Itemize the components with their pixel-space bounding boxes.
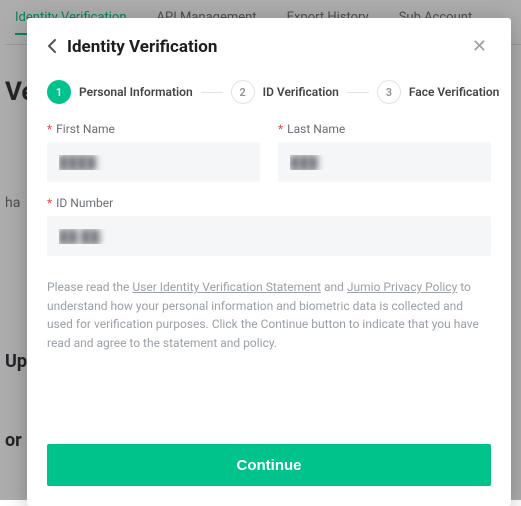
step-separator (347, 92, 369, 93)
step-number-badge: 3 (377, 80, 401, 104)
back-icon[interactable] (47, 38, 57, 57)
disclaimer-text: Please read the User Identity Verificati… (47, 278, 491, 352)
step-separator (201, 92, 223, 93)
step-face-verification: 3 Face Verification (377, 80, 499, 104)
field-label: *ID Number (47, 196, 491, 210)
field-label: *Last Name (278, 122, 491, 136)
step-label: Personal Information (79, 85, 193, 99)
id-number-field: *ID Number (47, 196, 491, 256)
last-name-field: *Last Name (278, 122, 491, 182)
link-jumio-privacy-policy[interactable]: Jumio Privacy Policy (347, 280, 457, 294)
first-name-field: *First Name (47, 122, 260, 182)
continue-button[interactable]: Continue (47, 444, 491, 486)
step-number-badge: 1 (47, 80, 71, 104)
step-personal-information: 1 Personal Information (47, 80, 193, 104)
close-icon[interactable]: ✕ (468, 36, 491, 58)
last-name-input[interactable] (278, 142, 491, 182)
identity-verification-modal: Identity Verification ✕ 1 Personal Infor… (27, 18, 511, 506)
step-number-badge: 2 (231, 80, 255, 104)
link-user-identity-verification-statement[interactable]: User Identity Verification Statement (132, 280, 321, 294)
id-number-input[interactable] (47, 216, 491, 256)
stepper: 1 Personal Information 2 ID Verification… (47, 80, 491, 104)
first-name-input[interactable] (47, 142, 260, 182)
step-label: Face Verification (409, 85, 499, 99)
modal-title: Identity Verification (67, 37, 458, 57)
field-label: *First Name (47, 122, 260, 136)
step-id-verification: 2 ID Verification (231, 80, 339, 104)
step-label: ID Verification (263, 85, 339, 99)
